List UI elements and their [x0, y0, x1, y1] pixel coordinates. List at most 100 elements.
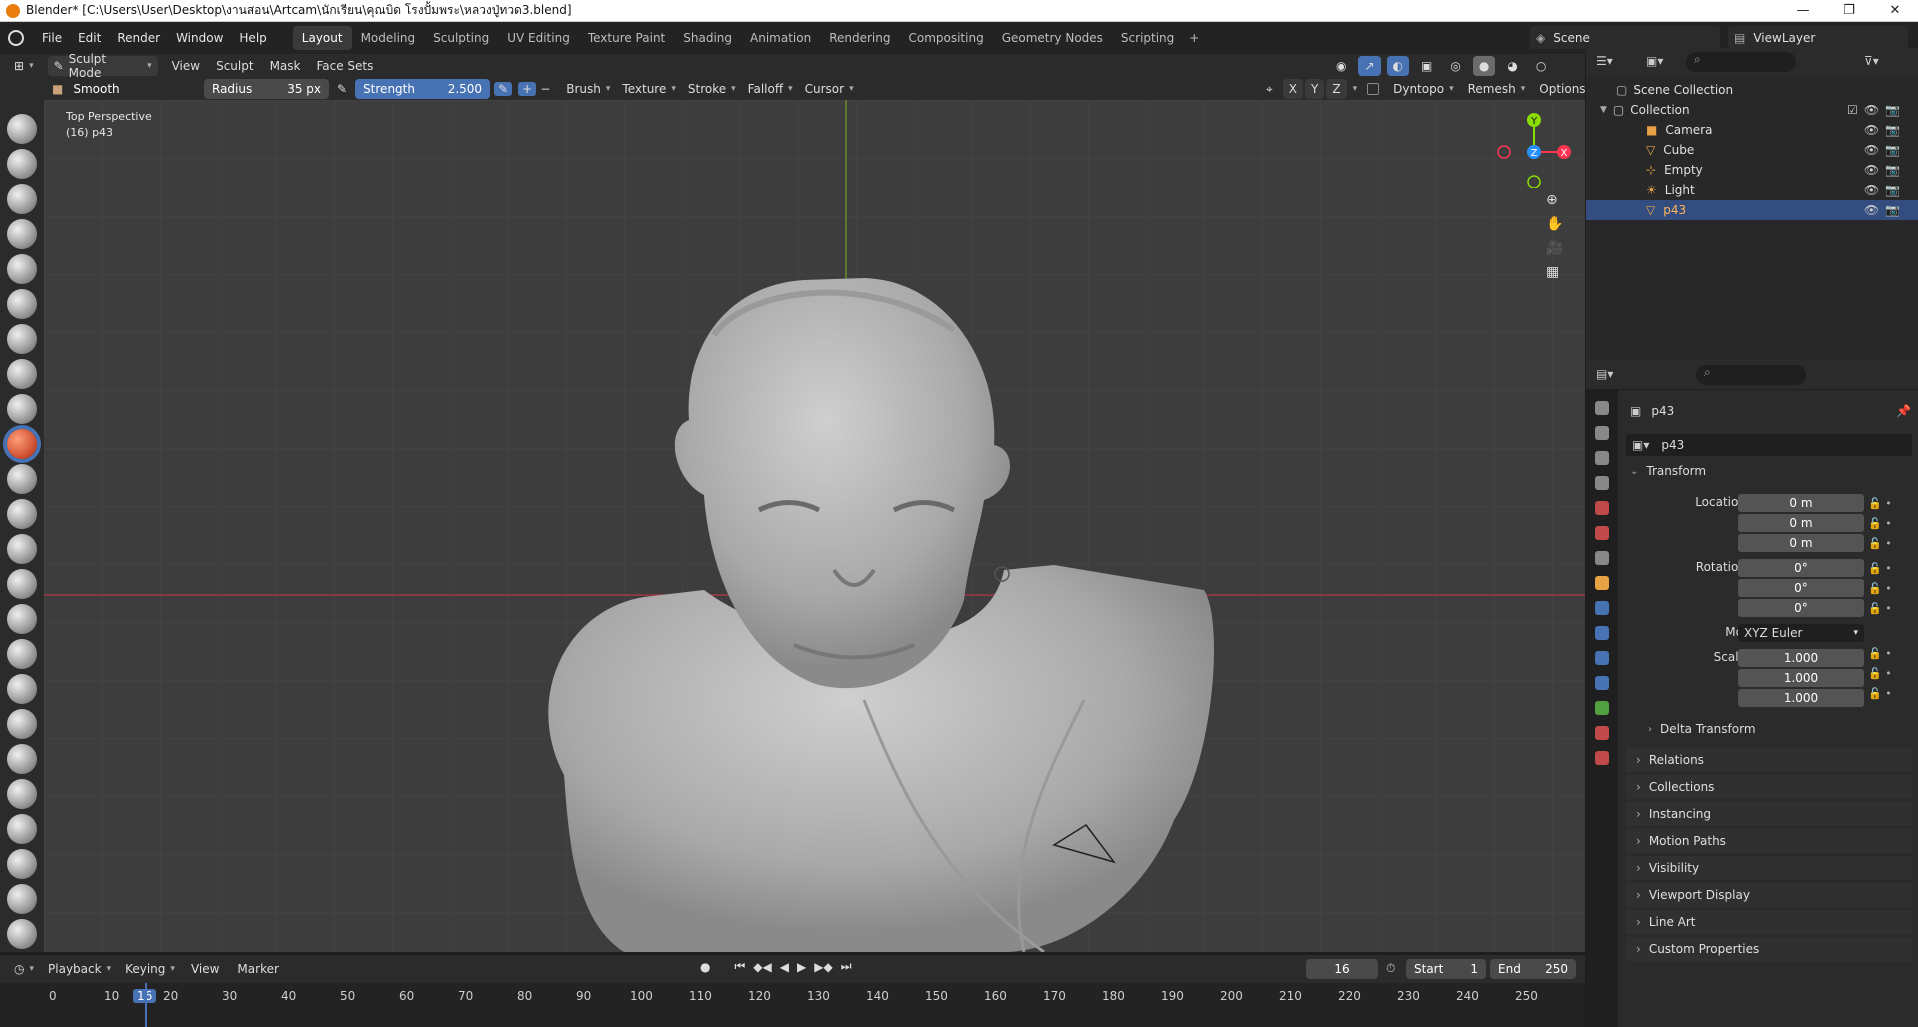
solid-shading-icon[interactable]: ●: [1472, 56, 1496, 76]
output-tab-icon[interactable]: [1595, 451, 1609, 465]
slide-relax-brush-icon[interactable]: [7, 884, 37, 914]
dyntopo-checkbox[interactable]: [1367, 83, 1380, 95]
radius-field[interactable]: Radius 35 px: [204, 79, 329, 99]
tab-animation[interactable]: Animation: [741, 26, 820, 50]
rotation-z-field[interactable]: 0°: [1738, 599, 1864, 617]
panel-collections[interactable]: › Collections: [1626, 775, 1912, 799]
display-mode-icon[interactable]: ▣▾: [1646, 54, 1663, 68]
menu-file[interactable]: File: [34, 31, 70, 45]
menu-mask[interactable]: Mask: [262, 59, 309, 73]
render-tab-icon[interactable]: [1595, 426, 1609, 440]
dyntopo-dropdown[interactable]: Dyntopo ▾: [1387, 79, 1459, 99]
nudge-brush-icon[interactable]: [7, 814, 37, 844]
elastic-deform-brush-icon[interactable]: [7, 674, 37, 704]
delta-transform-subpanel[interactable]: › Delta Transform: [1648, 722, 1756, 736]
modifier-tab-icon[interactable]: [1595, 601, 1609, 615]
falloff-dropdown[interactable]: Falloff ▾: [742, 79, 799, 99]
scale-z-field[interactable]: 1.000: [1738, 689, 1864, 707]
tab-shading[interactable]: Shading: [674, 26, 741, 50]
tab-uv-editing[interactable]: UV Editing: [498, 26, 579, 50]
constraints-tab-icon[interactable]: [1595, 676, 1609, 690]
tab-rendering[interactable]: Rendering: [820, 26, 899, 50]
location-x-field[interactable]: 0 m: [1738, 494, 1864, 512]
snake-hook-brush-icon[interactable]: [7, 709, 37, 739]
layer-brush-icon[interactable]: [7, 289, 37, 319]
location-z-field[interactable]: 0 m: [1738, 534, 1864, 552]
3d-viewport[interactable]: Top Perspective (16) p43 Y Z X ⊕ ✋ 🎥 ▦: [44, 100, 1585, 952]
visibility-icon[interactable]: ◉: [1330, 56, 1352, 76]
strength-field[interactable]: Strength 2.500: [355, 79, 491, 99]
outliner-item-cube[interactable]: ▽ Cube 👁📷: [1586, 140, 1918, 160]
jump-start-icon[interactable]: ⏮: [734, 959, 745, 974]
blender-menu-icon[interactable]: [8, 30, 24, 46]
jump-end-icon[interactable]: ⏭: [841, 959, 852, 974]
direction-add-icon[interactable]: +: [518, 82, 537, 96]
radius-pressure-icon[interactable]: ✎: [329, 82, 355, 96]
world-tab-icon[interactable]: [1595, 526, 1609, 540]
thumb-brush-icon[interactable]: [7, 744, 37, 774]
view-layer-tab-icon[interactable]: [1595, 476, 1609, 490]
visibility-toggles[interactable]: 👁📷: [1864, 143, 1906, 157]
multiplane-scrape-brush-icon[interactable]: [7, 569, 37, 599]
add-workspace-icon[interactable]: +: [1183, 31, 1205, 45]
scale-x-field[interactable]: 1.000: [1738, 649, 1864, 667]
inflate-brush-icon[interactable]: [7, 324, 37, 354]
texture-dropdown[interactable]: Texture ▾: [616, 79, 681, 99]
smooth-brush-icon[interactable]: [7, 429, 37, 459]
draw-sharp-brush-icon[interactable]: [7, 149, 37, 179]
material-tab-icon[interactable]: [1595, 726, 1609, 740]
start-frame-field[interactable]: Start 1: [1406, 959, 1486, 979]
panel-viewport-display[interactable]: › Viewport Display: [1626, 883, 1912, 907]
collection-toggles[interactable]: ☑👁📷: [1847, 103, 1906, 117]
visibility-toggles[interactable]: 👁📷: [1864, 123, 1906, 137]
close-icon[interactable]: ✕: [1872, 0, 1918, 22]
blob-brush-icon[interactable]: [7, 359, 37, 389]
direction-subtract-icon[interactable]: −: [536, 82, 554, 96]
boundary-brush-icon[interactable]: [7, 919, 37, 949]
visibility-toggles[interactable]: 👁📷: [1864, 163, 1906, 177]
playback-menu[interactable]: Playback ▾: [42, 959, 117, 979]
timeline-editor-icon[interactable]: ◷ ▾: [8, 959, 40, 979]
rotation-y-field[interactable]: 0°: [1738, 579, 1864, 597]
transform-panel-header[interactable]: ⌄ Transform: [1630, 464, 1706, 478]
particles-tab-icon[interactable]: [1595, 626, 1609, 640]
rotate-brush-icon[interactable]: [7, 849, 37, 879]
menu-edit[interactable]: Edit: [70, 31, 109, 45]
current-frame-field[interactable]: 16: [1306, 959, 1378, 979]
cursor-dropdown[interactable]: Cursor ▾: [799, 79, 860, 99]
pan-hand-icon[interactable]: ✋: [1546, 216, 1563, 232]
collapse-arrow-icon[interactable]: ▼: [1600, 105, 1607, 115]
maximize-icon[interactable]: ❐: [1826, 0, 1872, 22]
outliner-item-light[interactable]: ☀ Light 👁📷: [1586, 180, 1918, 200]
scene-tab-icon[interactable]: [1595, 501, 1609, 515]
texture-tab-icon[interactable]: [1595, 751, 1609, 765]
strength-pressure-icon[interactable]: ✎: [494, 82, 513, 96]
tab-compositing[interactable]: Compositing: [899, 26, 992, 50]
panel-line-art[interactable]: › Line Art: [1626, 910, 1912, 934]
lock-toggles[interactable]: 🔓 • 🔓 • 🔓 • 🔓 • 🔓 • 🔓 • 🔓 • 🔓 • 🔓 •: [1868, 494, 1908, 704]
location-y-field[interactable]: 0 m: [1738, 514, 1864, 532]
visibility-toggles[interactable]: 👁📷: [1864, 203, 1906, 217]
scene-selector[interactable]: ◈ Scene: [1530, 26, 1720, 49]
menu-window[interactable]: Window: [168, 31, 231, 45]
timeline-view-menu[interactable]: View: [183, 962, 227, 976]
tab-texture-paint[interactable]: Texture Paint: [579, 26, 674, 50]
tab-modeling[interactable]: Modeling: [352, 26, 425, 50]
physics-tab-icon[interactable]: [1595, 651, 1609, 665]
data-tab-icon[interactable]: [1595, 701, 1609, 715]
mirror-z-toggle[interactable]: Z: [1326, 79, 1347, 99]
clay-thumb-brush-icon[interactable]: [7, 254, 37, 284]
clay-strips-brush-icon[interactable]: [7, 219, 37, 249]
scale-y-field[interactable]: 1.000: [1738, 669, 1864, 687]
panel-motion-paths[interactable]: › Motion Paths: [1626, 829, 1912, 853]
overlay-toggle-icon[interactable]: ◐: [1386, 56, 1410, 76]
wireframe-shading-icon[interactable]: ◎: [1444, 56, 1466, 76]
menu-sculpt[interactable]: Sculpt: [208, 59, 261, 73]
collection-row[interactable]: ▼ ▢ Collection ☑👁📷: [1586, 100, 1918, 120]
object-name-field[interactable]: ▣▾ p43: [1626, 434, 1912, 456]
perspective-toggle-icon[interactable]: ▦: [1546, 264, 1563, 280]
outliner-item-camera[interactable]: ■ Camera 👁📷: [1586, 120, 1918, 140]
zoom-icon[interactable]: ⊕: [1546, 192, 1563, 208]
rotation-mode-dropdown[interactable]: XYZ Euler ▾: [1738, 624, 1864, 642]
end-frame-field[interactable]: End 250: [1490, 959, 1576, 979]
